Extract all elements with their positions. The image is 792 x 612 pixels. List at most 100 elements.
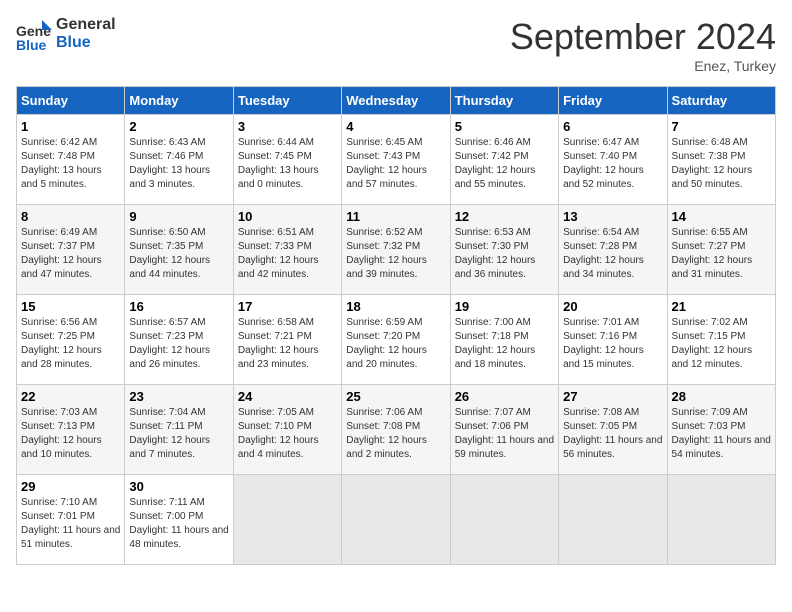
day-info: Sunrise: 7:08 AMSunset: 7:05 PMDaylight:… [563,406,662,462]
day-info: Sunrise: 6:57 AMSunset: 7:23 PMDaylight:… [129,316,228,372]
weekday-header-row: SundayMondayTuesdayWednesdayThursdayFrid… [17,87,776,115]
calendar-cell: 17 Sunrise: 6:58 AMSunset: 7:21 PMDayligh… [233,295,341,385]
day-info: Sunrise: 6:49 AMSunset: 7:37 PMDaylight:… [21,226,120,282]
calendar-week-row: 29 Sunrise: 7:10 AMSunset: 7:01 PMDayligh… [17,475,776,565]
day-info: Sunrise: 6:56 AMSunset: 7:25 PMDaylight:… [21,316,120,372]
calendar-week-row: 15 Sunrise: 6:56 AMSunset: 7:25 PMDayligh… [17,295,776,385]
calendar-cell: 20Sunrise: 7:01 AMSunset: 7:16 PMDayligh… [559,295,667,385]
calendar-cell: 8 Sunrise: 6:49 AMSunset: 7:37 PMDaylight… [17,205,125,295]
day-number: 2 [129,119,228,134]
day-number: 5 [455,119,554,134]
calendar-cell: 22 Sunrise: 7:03 AMSunset: 7:13 PMDayligh… [17,385,125,475]
calendar-cell: 9 Sunrise: 6:50 AMSunset: 7:35 PMDaylight… [125,205,233,295]
day-number: 1 [21,119,120,134]
weekday-header: Monday [125,87,233,115]
day-number: 26 [455,389,554,404]
day-info: Sunrise: 6:53 AMSunset: 7:30 PMDaylight:… [455,226,554,282]
day-number: 14 [672,209,771,224]
day-number: 15 [21,299,120,314]
calendar-cell: 12 Sunrise: 6:53 AMSunset: 7:30 PMDayligh… [450,205,558,295]
day-info: Sunrise: 7:03 AMSunset: 7:13 PMDaylight:… [21,406,120,462]
logo-icon: General Blue [16,16,52,52]
calendar-cell: 2 Sunrise: 6:43 AMSunset: 7:46 PMDaylight… [125,115,233,205]
svg-text:Blue: Blue [16,37,47,52]
calendar-cell [233,475,341,565]
day-number: 20 [563,299,662,314]
day-info: Sunrise: 6:48 AMSunset: 7:38 PMDaylight:… [672,136,771,192]
day-info: Sunrise: 7:00 AMSunset: 7:18 PMDaylight:… [455,316,554,372]
day-info: Sunrise: 6:42 AMSunset: 7:48 PMDaylight:… [21,136,120,192]
day-info: Sunrise: 6:51 AMSunset: 7:33 PMDaylight:… [238,226,337,282]
day-info: Sunrise: 6:50 AMSunset: 7:35 PMDaylight:… [129,226,228,282]
day-info: Sunrise: 6:59 AMSunset: 7:20 PMDaylight:… [346,316,445,372]
weekday-header: Thursday [450,87,558,115]
day-number: 28 [672,389,771,404]
day-info: Sunrise: 6:45 AMSunset: 7:43 PMDaylight:… [346,136,445,192]
day-number: 13 [563,209,662,224]
day-number: 27 [563,389,662,404]
calendar-cell: 3 Sunrise: 6:44 AMSunset: 7:45 PMDaylight… [233,115,341,205]
calendar-week-row: 22 Sunrise: 7:03 AMSunset: 7:13 PMDayligh… [17,385,776,475]
calendar-cell: 4 Sunrise: 6:45 AMSunset: 7:43 PMDaylight… [342,115,450,205]
calendar-cell: 25Sunrise: 7:06 AMSunset: 7:08 PMDayligh… [342,385,450,475]
day-number: 22 [21,389,120,404]
day-number: 11 [346,209,445,224]
calendar-cell: 14 Sunrise: 6:55 AMSunset: 7:27 PMDayligh… [667,205,775,295]
day-info: Sunrise: 7:10 AMSunset: 7:01 PMDaylight:… [21,496,120,552]
day-info: Sunrise: 6:54 AMSunset: 7:28 PMDaylight:… [563,226,662,282]
calendar-cell: 15 Sunrise: 6:56 AMSunset: 7:25 PMDayligh… [17,295,125,385]
day-info: Sunrise: 6:55 AMSunset: 7:27 PMDaylight:… [672,226,771,282]
calendar-cell: 7Sunrise: 6:48 AMSunset: 7:38 PMDaylight… [667,115,775,205]
day-number: 23 [129,389,228,404]
day-number: 4 [346,119,445,134]
day-number: 19 [455,299,554,314]
day-number: 21 [672,299,771,314]
calendar-cell: 30 Sunrise: 7:11 AMSunset: 7:00 PMDayligh… [125,475,233,565]
calendar-cell: 24 Sunrise: 7:05 AMSunset: 7:10 PMDayligh… [233,385,341,475]
day-info: Sunrise: 6:46 AMSunset: 7:42 PMDaylight:… [455,136,554,192]
calendar-cell: 19 Sunrise: 7:00 AMSunset: 7:18 PMDayligh… [450,295,558,385]
day-number: 3 [238,119,337,134]
day-number: 17 [238,299,337,314]
calendar-cell: 16 Sunrise: 6:57 AMSunset: 7:23 PMDayligh… [125,295,233,385]
day-number: 12 [455,209,554,224]
day-number: 29 [21,479,120,494]
calendar-cell: 13 Sunrise: 6:54 AMSunset: 7:28 PMDayligh… [559,205,667,295]
calendar-cell: 5 Sunrise: 6:46 AMSunset: 7:42 PMDaylight… [450,115,558,205]
day-info: Sunrise: 6:58 AMSunset: 7:21 PMDaylight:… [238,316,337,372]
calendar-cell: 18 Sunrise: 6:59 AMSunset: 7:20 PMDayligh… [342,295,450,385]
calendar-cell: 11 Sunrise: 6:52 AMSunset: 7:32 PMDayligh… [342,205,450,295]
calendar-week-row: 1 Sunrise: 6:42 AMSunset: 7:48 PMDaylight… [17,115,776,205]
calendar-cell: 1 Sunrise: 6:42 AMSunset: 7:48 PMDaylight… [17,115,125,205]
day-info: Sunrise: 7:06 AMSunset: 7:08 PMDaylight:… [346,406,445,462]
day-number: 18 [346,299,445,314]
day-info: Sunrise: 7:11 AMSunset: 7:00 PMDaylight:… [129,496,228,552]
day-number: 16 [129,299,228,314]
calendar-cell: 28Sunrise: 7:09 AMSunset: 7:03 PMDayligh… [667,385,775,475]
location-subtitle: Enez, Turkey [510,58,776,74]
day-info: Sunrise: 6:47 AMSunset: 7:40 PMDaylight:… [563,136,662,192]
day-info: Sunrise: 7:04 AMSunset: 7:11 PMDaylight:… [129,406,228,462]
calendar-cell [450,475,558,565]
day-number: 30 [129,479,228,494]
calendar-cell [342,475,450,565]
day-number: 8 [21,209,120,224]
calendar-cell: 10 Sunrise: 6:51 AMSunset: 7:33 PMDayligh… [233,205,341,295]
calendar-table: SundayMondayTuesdayWednesdayThursdayFrid… [16,86,776,565]
logo-line1: General [56,16,116,34]
calendar-cell: 29 Sunrise: 7:10 AMSunset: 7:01 PMDayligh… [17,475,125,565]
day-info: Sunrise: 7:05 AMSunset: 7:10 PMDaylight:… [238,406,337,462]
calendar-cell: 23 Sunrise: 7:04 AMSunset: 7:11 PMDayligh… [125,385,233,475]
calendar-cell [559,475,667,565]
day-number: 10 [238,209,337,224]
title-section: September 2024 Enez, Turkey [510,16,776,74]
day-number: 24 [238,389,337,404]
day-info: Sunrise: 6:44 AMSunset: 7:45 PMDaylight:… [238,136,337,192]
day-number: 9 [129,209,228,224]
logo: General Blue General Blue [16,16,116,52]
day-info: Sunrise: 7:07 AMSunset: 7:06 PMDaylight:… [455,406,554,462]
day-info: Sunrise: 6:43 AMSunset: 7:46 PMDaylight:… [129,136,228,192]
day-info: Sunrise: 6:52 AMSunset: 7:32 PMDaylight:… [346,226,445,282]
calendar-cell: 21Sunrise: 7:02 AMSunset: 7:15 PMDayligh… [667,295,775,385]
month-title: September 2024 [510,16,776,58]
